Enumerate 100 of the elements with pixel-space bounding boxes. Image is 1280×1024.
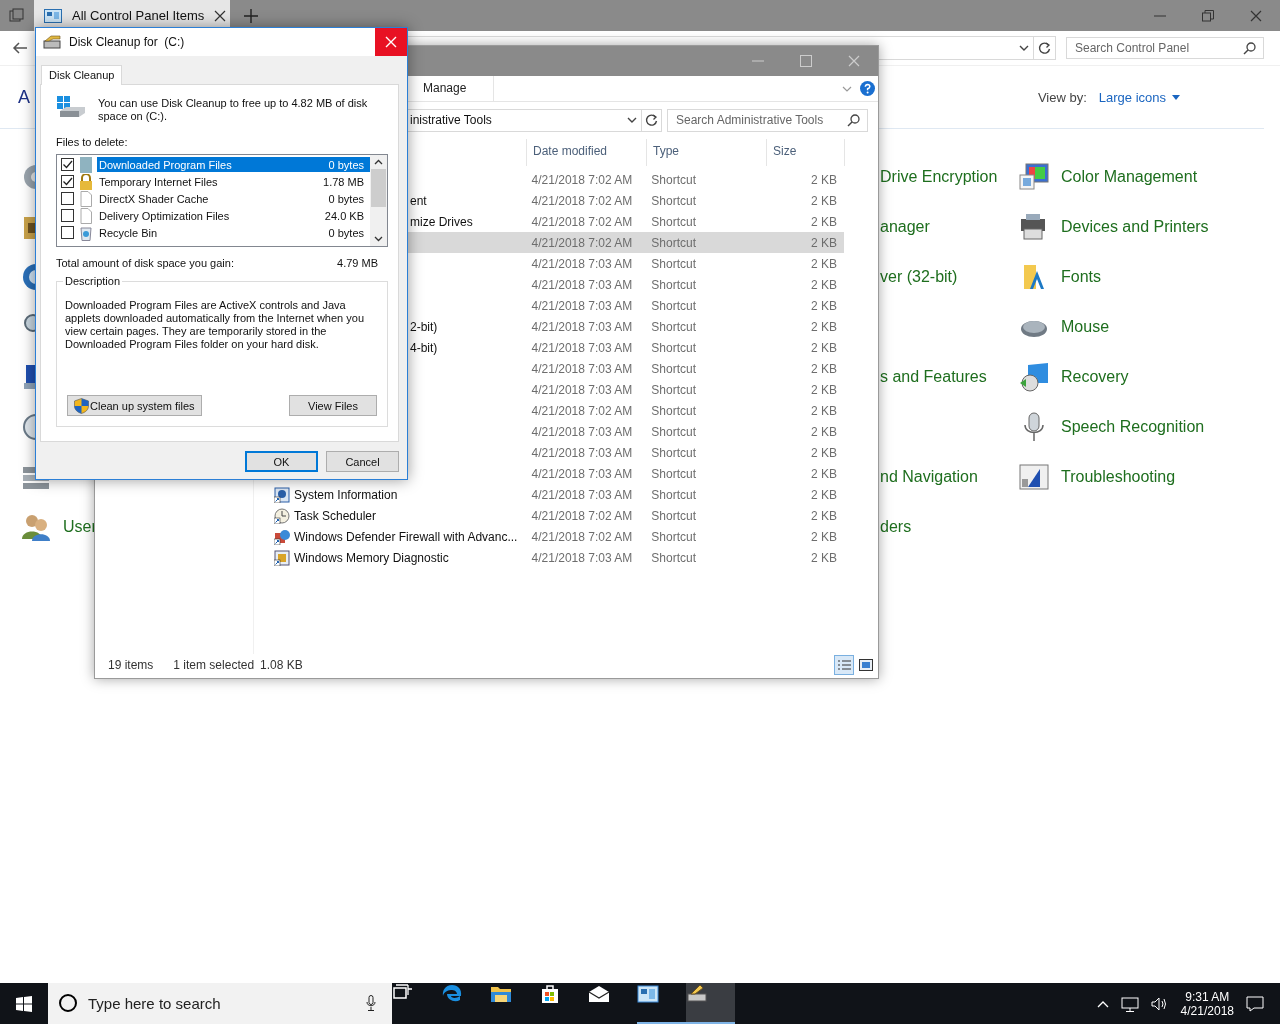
file-name: mize Drives bbox=[410, 214, 473, 229]
search-field[interactable]: Search Administrative Tools bbox=[667, 108, 868, 132]
checkbox[interactable] bbox=[61, 192, 74, 205]
file-category[interactable]: DirectX Shader Cache 0 bytes bbox=[97, 191, 370, 206]
type-cell-text: Shortcut bbox=[650, 319, 698, 334]
checkbox[interactable] bbox=[61, 158, 74, 171]
date-cell-text: 4/21/2018 7:02 AM bbox=[530, 235, 634, 250]
type-cell-text: Shortcut bbox=[650, 298, 698, 313]
scroll-thumb[interactable] bbox=[371, 169, 386, 207]
file-category[interactable]: Delivery Optimization Files 24.0 KB bbox=[97, 208, 370, 223]
control-panel-link[interactable]: User bbox=[63, 518, 97, 536]
shortcut-icon bbox=[274, 507, 290, 524]
checkbox[interactable] bbox=[61, 226, 74, 239]
type-cell-text: Shortcut bbox=[650, 214, 698, 229]
control-panel-link[interactable]: Devices and Printers bbox=[1061, 218, 1209, 236]
tab-title: All Control Panel Items bbox=[72, 8, 205, 23]
dropdown-icon[interactable] bbox=[627, 117, 637, 123]
search-field[interactable]: Search Control Panel bbox=[1066, 37, 1264, 59]
column-header[interactable]: Date modified bbox=[526, 139, 646, 166]
control-panel-link[interactable]: Mouse bbox=[1061, 318, 1110, 336]
total-value: 4.79 MB bbox=[337, 257, 378, 269]
control-panel-item-icon[interactable] bbox=[1018, 461, 1050, 493]
size-cell-text: 2 KB bbox=[810, 550, 838, 565]
clean-up-system-files-button[interactable]: Clean up system files bbox=[67, 395, 202, 416]
control-panel-link[interactable]: nd Navigation bbox=[880, 468, 978, 485]
dialog-tab[interactable]: Disk Cleanup bbox=[41, 65, 123, 85]
control-panel-link[interactable]: anager bbox=[880, 218, 930, 235]
type-cell-text: Shortcut bbox=[650, 550, 698, 565]
close-icon bbox=[385, 36, 397, 48]
help-icon[interactable] bbox=[860, 81, 875, 96]
date-cell-text: 4/21/2018 7:03 AM bbox=[530, 298, 634, 313]
volume-icon[interactable] bbox=[1150, 995, 1169, 1012]
file-name: 4-bit) bbox=[410, 340, 438, 355]
file-row[interactable]: Windows Memory Diagnostic 4/21/2018 7:03 AM Shortcut 2 KB bbox=[272, 547, 844, 568]
size-cell-text: 2 KB bbox=[810, 382, 838, 397]
control-panel-link[interactable]: s and Features bbox=[880, 368, 987, 385]
size-cell-text: 2 KB bbox=[810, 403, 838, 418]
checkbox[interactable] bbox=[61, 209, 74, 222]
control-panel-link[interactable]: Troubleshooting bbox=[1061, 468, 1176, 486]
date-cell-text: 4/21/2018 7:02 AM bbox=[530, 172, 634, 187]
file-category[interactable]: Downloaded Program Files 0 bytes bbox=[97, 157, 370, 172]
control-panel-item-icon[interactable] bbox=[1018, 361, 1050, 393]
file-row[interactable]: System Information 4/21/2018 7:03 AM Shortcut 2 KB bbox=[272, 484, 844, 505]
search-field[interactable]: Type here to search bbox=[48, 983, 392, 1024]
control-panel-link[interactable]: Speech Recognition bbox=[1061, 418, 1205, 436]
cancel-button[interactable]: Cancel bbox=[326, 451, 399, 472]
network-icon[interactable] bbox=[1120, 995, 1139, 1012]
file-row[interactable]: Windows Defender Firewall with Advanc... 4/21/2018 7:02 AM Shortcut 2 KB bbox=[272, 526, 844, 547]
size-cell-text: 2 KB bbox=[810, 487, 838, 502]
file-row[interactable]: Task Scheduler 4/21/2018 7:02 AM Shortcut 2 KB bbox=[272, 505, 844, 526]
search-icon[interactable] bbox=[847, 114, 860, 127]
back-arrow-icon[interactable] bbox=[12, 41, 28, 55]
chevron-up-icon[interactable] bbox=[1096, 999, 1109, 1008]
chevron-down-icon[interactable] bbox=[842, 85, 852, 92]
file-name: ent bbox=[410, 193, 427, 208]
control-panel-link[interactable]: Drive Encryption bbox=[880, 168, 998, 185]
column-header[interactable]: Type bbox=[646, 139, 766, 166]
tab-list-icon[interactable] bbox=[9, 7, 25, 24]
shortcut-icon bbox=[274, 549, 290, 566]
clock[interactable]: 9:31 AM 4/21/2018 bbox=[1180, 989, 1234, 1018]
control-panel-link[interactable]: Color Management bbox=[1061, 168, 1198, 186]
caret-icon bbox=[1172, 94, 1180, 100]
search-icon[interactable] bbox=[1243, 42, 1256, 55]
close-button[interactable] bbox=[375, 28, 407, 56]
dropdown-icon[interactable] bbox=[1019, 45, 1029, 51]
size-cell-text: 2 KB bbox=[810, 256, 838, 271]
file-category[interactable]: Temporary Internet Files 1.78 MB bbox=[97, 174, 370, 189]
date-cell-text: 4/21/2018 7:03 AM bbox=[530, 487, 634, 502]
date-cell-text: 4/21/2018 7:03 AM bbox=[530, 256, 634, 271]
microphone-icon[interactable] bbox=[366, 995, 376, 1011]
size-cell-text: 2 KB bbox=[810, 445, 838, 460]
view-files-button[interactable]: View Files bbox=[289, 395, 377, 416]
scrollbar[interactable] bbox=[370, 155, 387, 246]
refresh-icon[interactable] bbox=[1034, 36, 1056, 60]
date-cell-text: 4/21/2018 7:03 AM bbox=[530, 277, 634, 292]
new-tab-icon[interactable] bbox=[244, 8, 258, 23]
view-by-dropdown[interactable]: Large icons bbox=[1098, 89, 1180, 105]
close-icon[interactable] bbox=[214, 9, 227, 22]
control-panel-link[interactable]: Fonts bbox=[1061, 268, 1101, 286]
date-cell-text: 4/21/2018 7:03 AM bbox=[530, 466, 634, 481]
taskbar-button[interactable] bbox=[686, 983, 735, 1024]
type-cell-text: Shortcut bbox=[650, 361, 698, 376]
mail-icon bbox=[588, 983, 610, 1005]
refresh-icon[interactable] bbox=[642, 108, 662, 132]
type-cell-text: Shortcut bbox=[650, 256, 698, 271]
column-header[interactable]: Size bbox=[766, 139, 845, 166]
type-cell-text: Shortcut bbox=[650, 487, 698, 502]
control-panel-link[interactable]: ders bbox=[880, 518, 912, 535]
date-cell-text: 4/21/2018 7:02 AM bbox=[530, 193, 634, 208]
checkbox[interactable] bbox=[61, 175, 74, 188]
control-panel-link[interactable]: ver (32-bit) bbox=[880, 268, 958, 285]
clock-time: 9:31 AM bbox=[1185, 989, 1230, 1004]
control-panel-link[interactable]: Recovery bbox=[1061, 368, 1129, 386]
scroll-up-icon[interactable] bbox=[374, 159, 383, 165]
page-heading: A bbox=[18, 86, 30, 108]
date-cell-text: 4/21/2018 7:03 AM bbox=[530, 361, 634, 376]
ok-button[interactable]: OK bbox=[245, 451, 318, 472]
scroll-down-icon[interactable] bbox=[374, 236, 383, 242]
control-panel-item-icon[interactable] bbox=[1018, 161, 1050, 193]
notification-icon[interactable] bbox=[1246, 995, 1264, 1012]
